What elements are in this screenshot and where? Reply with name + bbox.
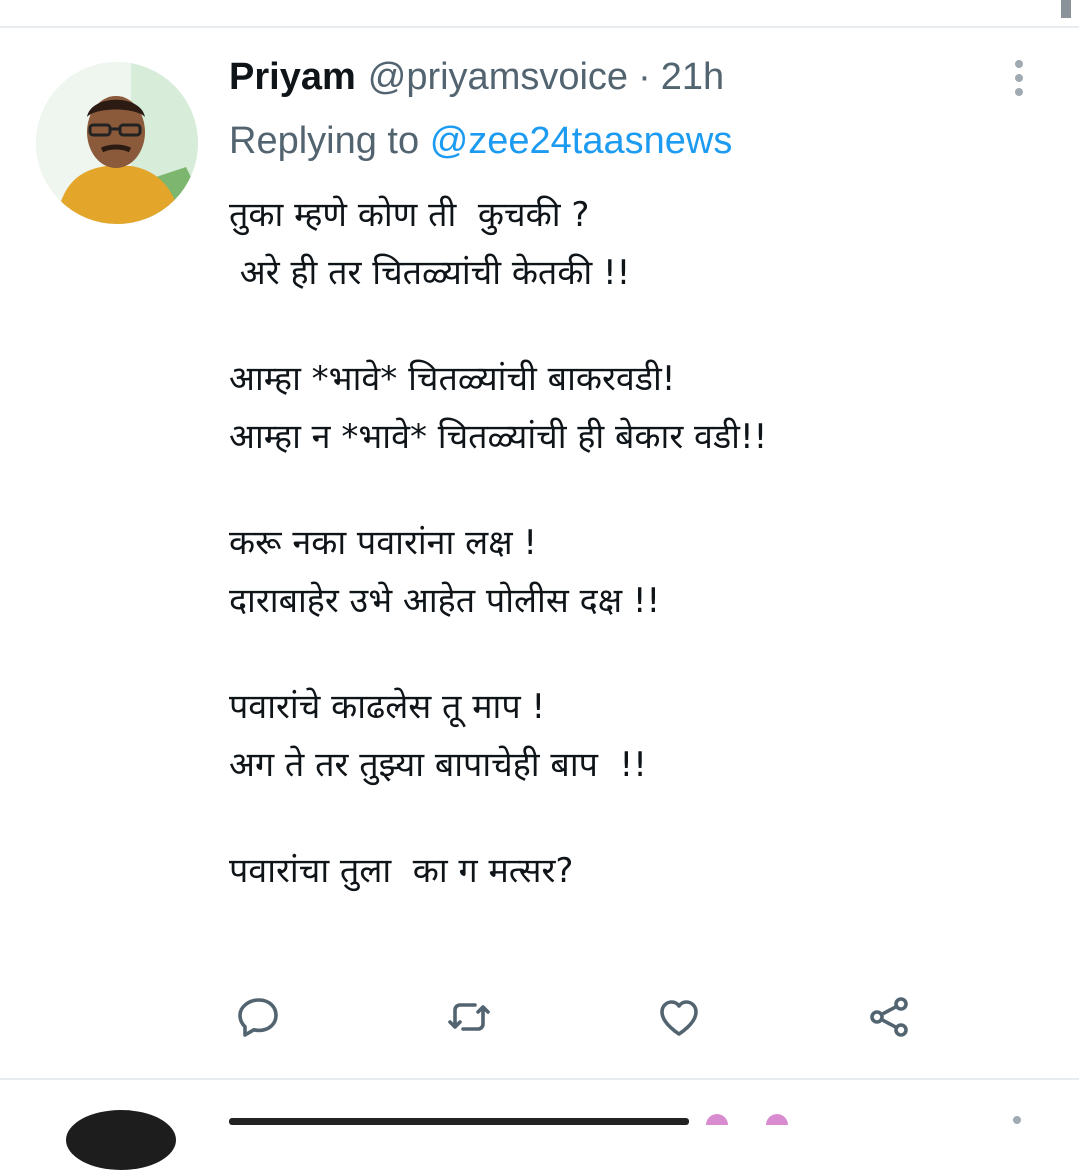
next-tweet-avatar[interactable] [66,1110,176,1170]
tweet-header: Priyam @priyamsvoice · 21h [229,56,724,104]
flower-icon [766,1114,788,1125]
author-handle[interactable]: @priyamsvoice [368,56,628,99]
tweet-line: अरे ही तर चितळ्यांची केतकी !! [229,253,631,293]
replying-to-label: Replying to [229,120,420,162]
scroll-indicator [1061,0,1071,18]
tweet-text: तुका म्हणे कोण ती कुचकी ? अरे ही तर चितळ… [229,186,1029,900]
next-tweet-header-cropped [229,1118,689,1125]
tweet-line: करू नका पवारांना लक्ष ! [229,523,538,563]
author-name[interactable]: Priyam [229,56,356,99]
heart-icon[interactable] [652,990,706,1044]
more-vertical-icon[interactable] [1004,58,1034,98]
tweet-line: अग ते तर तुझ्या बापाचेही बाप !! [229,745,647,785]
tweet-line: आम्हा *भावे* चितळ्यांची बाकरवडी! [229,359,676,399]
bottom-divider [0,1078,1079,1080]
tweet-actions [0,990,1079,1050]
tweet-line: तुका म्हणे कोण ती कुचकी ? [229,195,590,235]
more-vertical-icon[interactable] [1012,1114,1022,1125]
tweet-line: पवारांचा तुला का ग मत्सर? [229,851,574,891]
tweet-line: आम्हा न *भावे* चितळ्यांची ही बेकार वडी!! [229,417,768,457]
flower-icon [706,1114,728,1125]
reply-to-handle-link[interactable]: @zee24taasnews [430,120,733,162]
tweet-line: पवारांचे काढलेस तू माप ! [229,687,546,727]
separator-dot: · [638,56,651,98]
share-icon[interactable] [862,990,916,1044]
top-divider [0,26,1079,28]
retweet-icon[interactable] [442,990,496,1044]
reply-icon[interactable] [232,990,286,1044]
replying-to: Replying to @zee24taasnews [229,120,732,163]
avatar[interactable] [36,62,198,224]
tweet-line: दाराबाहेर उभे आहेत पोलीस दक्ष !! [229,581,661,621]
timestamp[interactable]: 21h [661,56,724,99]
